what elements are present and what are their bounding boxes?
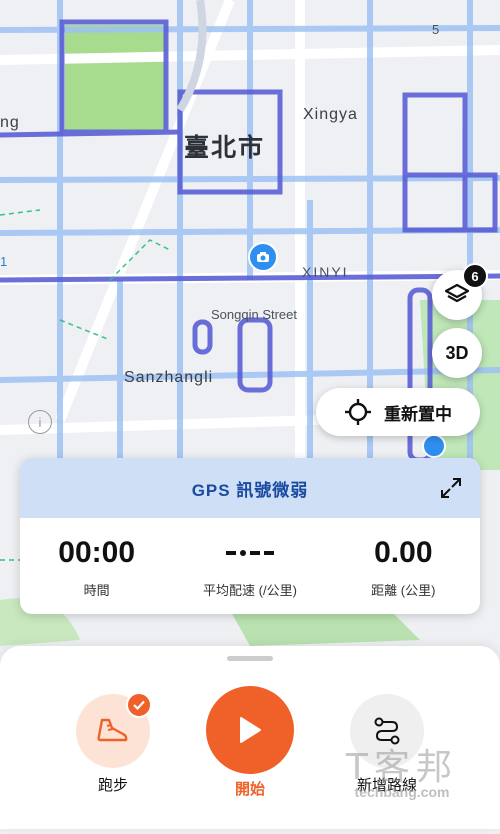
crosshair-icon: [345, 399, 371, 425]
3d-toggle-button[interactable]: 3D: [432, 328, 482, 378]
map-label-sanzhangli: Sanzhangli: [124, 369, 214, 386]
time-label: 時間: [83, 582, 110, 598]
distance-label: 距離 (公里): [371, 582, 436, 598]
stats-card: GPS 訊號微弱 00:00 時間 平均配速 (/公里) 0.00 距離 (公里…: [20, 458, 480, 614]
stat-time: 00:00 時間: [20, 518, 173, 614]
water-poi-icon[interactable]: [422, 434, 446, 458]
map-label-xinyi: XINYI: [302, 264, 349, 280]
recenter-button[interactable]: 重新置中: [316, 388, 480, 436]
layers-button[interactable]: 6: [432, 263, 488, 320]
play-icon: [240, 717, 261, 743]
watermark-logo: T客邦 techbang.com: [322, 738, 482, 810]
camera-poi-icon[interactable]: [248, 242, 278, 272]
gps-status-bar: GPS 訊號微弱: [20, 458, 480, 518]
run-label: 跑步: [97, 777, 128, 794]
start-button[interactable]: 開始: [206, 686, 294, 799]
map-label-xingya: Xingya: [303, 106, 358, 123]
start-label: 開始: [234, 781, 265, 798]
expand-icon[interactable]: [438, 475, 464, 501]
map-label-taipei: 臺北市: [184, 134, 266, 162]
map-label-songqin-street: Songqin Street: [211, 307, 298, 322]
stats-row: 00:00 時間 平均配速 (/公里) 0.00 距離 (公里): [20, 518, 480, 614]
3d-label: 3D: [445, 342, 469, 363]
distance-value: 0.00: [374, 535, 433, 569]
selected-check-icon: [126, 692, 152, 718]
start-circle[interactable]: [206, 686, 294, 774]
map-label-edge-5: 5: [432, 22, 440, 37]
sheet-drag-handle[interactable]: [227, 656, 273, 661]
stat-pace: 平均配速 (/公里): [173, 518, 326, 614]
map-label-edge-1: 1: [0, 254, 8, 269]
bottom-sheet: 跑步 開始 新增路線 T客邦 techbang.com: [0, 646, 500, 829]
time-value: 00:00: [58, 535, 136, 569]
run-circle[interactable]: [76, 692, 152, 768]
watermark-big-text: T客邦: [346, 747, 458, 788]
gps-status-text: GPS 訊號微弱: [191, 480, 309, 500]
recenter-label: 重新置中: [384, 404, 452, 424]
layers-count-badge: 6: [462, 263, 488, 289]
stat-distance: 0.00 距離 (公里): [327, 518, 480, 614]
pace-placeholder-icon: [225, 534, 274, 572]
running-shoe-icon: [97, 718, 128, 742]
pace-label: 平均配速 (/公里): [203, 582, 297, 598]
map-label-edge: ng: [0, 114, 20, 131]
activity-type-run-button[interactable]: 跑步: [76, 692, 152, 795]
info-icon[interactable]: i: [28, 410, 52, 434]
